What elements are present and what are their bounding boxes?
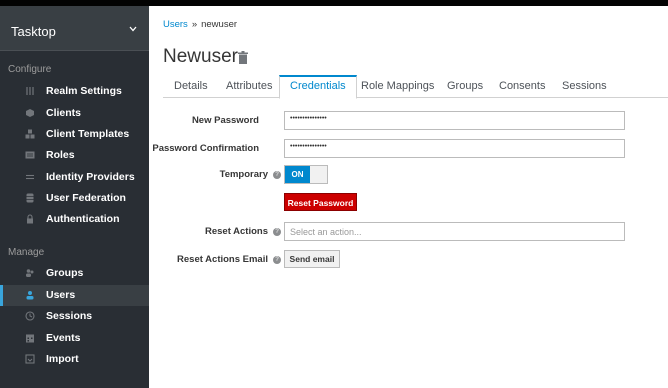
sidebar-item-realm-settings[interactable]: Realm Settings [0,81,149,102]
users-icon [26,269,34,277]
reset-password-button[interactable]: Reset Password [284,193,357,211]
page-title: Newuser [163,46,238,67]
tab-role-mappings[interactable]: Role Mappings [361,75,434,98]
tab-consents[interactable]: Consents [499,75,545,98]
breadcrumb: Users» newuser [163,19,237,30]
database-icon [26,193,34,203]
breadcrumb-current: newuser [201,19,238,30]
sidebar-item-roles[interactable]: Roles [0,145,149,166]
cube-icon [26,109,34,117]
manage-section-label: Manage [8,247,45,258]
reset-actions-select[interactable]: Select an action... [284,222,625,241]
tab-attributes[interactable]: Attributes [226,75,272,98]
clock-icon [25,311,35,321]
sidebar-item-groups[interactable]: Groups [0,263,149,284]
new-password-label: New Password [191,115,259,126]
sidebar-item-authentication[interactable]: Authentication [0,209,149,230]
sidebar-item-import[interactable]: Import [0,349,149,370]
temporary-toggle[interactable]: ON [284,165,328,184]
tab-credentials[interactable]: Credentials [279,75,357,99]
sidebar-item-clients[interactable]: Clients [0,103,149,124]
tab-bar: Details Attributes Credentials Role Mapp… [163,75,668,99]
tab-sessions[interactable]: Sessions [562,75,607,98]
reset-actions-placeholder: Select an action... [290,227,362,237]
user-icon [26,291,34,300]
temporary-label: Temporary [219,169,268,180]
exchange-icon [26,174,34,180]
configure-section-label: Configure [8,64,52,75]
trash-icon[interactable] [238,51,248,64]
roles-icon [25,151,35,159]
sidebar-item-sessions[interactable]: Sessions [0,306,149,327]
reset-actions-email-label: Reset Actions Email [177,254,268,265]
calendar-icon [26,334,34,343]
password-confirmation-field[interactable]: ••••••••••••••• [284,139,625,158]
cubes-icon [25,129,35,139]
toggle-knob [310,166,327,183]
sidebar-item-users[interactable]: Users [0,285,149,306]
new-password-value: ••••••••••••••• [290,115,327,122]
password-confirmation-label: Password Confirmation [152,143,259,154]
reset-actions-email-help-icon[interactable]: ? [273,256,281,264]
import-icon [25,354,35,364]
sidebar-item-events[interactable]: Events [0,328,149,349]
toggle-on-label: ON [285,166,310,183]
tab-groups[interactable]: Groups [447,75,483,98]
reset-actions-help-icon[interactable]: ? [273,228,281,236]
chevron-down-icon [129,26,137,32]
sliders-icon [26,87,34,95]
sidebar-item-user-federation[interactable]: User Federation [0,188,149,209]
reset-actions-label: Reset Actions [205,226,268,237]
send-email-button[interactable]: Send email [284,250,340,268]
sidebar-item-identity-providers[interactable]: Identity Providers [0,167,149,188]
password-confirmation-value: ••••••••••••••• [290,143,327,150]
sidebar-item-client-templates[interactable]: Client Templates [0,124,149,145]
breadcrumb-separator: » [191,19,198,30]
tab-details[interactable]: Details [174,75,208,98]
lock-icon [27,214,33,224]
realm-name: Tasktop [11,24,56,39]
realm-selector[interactable]: Tasktop [0,6,149,51]
temporary-help-icon[interactable]: ? [273,171,281,179]
new-password-field[interactable]: ••••••••••••••• [284,111,625,130]
breadcrumb-users-link[interactable]: Users [163,19,188,30]
